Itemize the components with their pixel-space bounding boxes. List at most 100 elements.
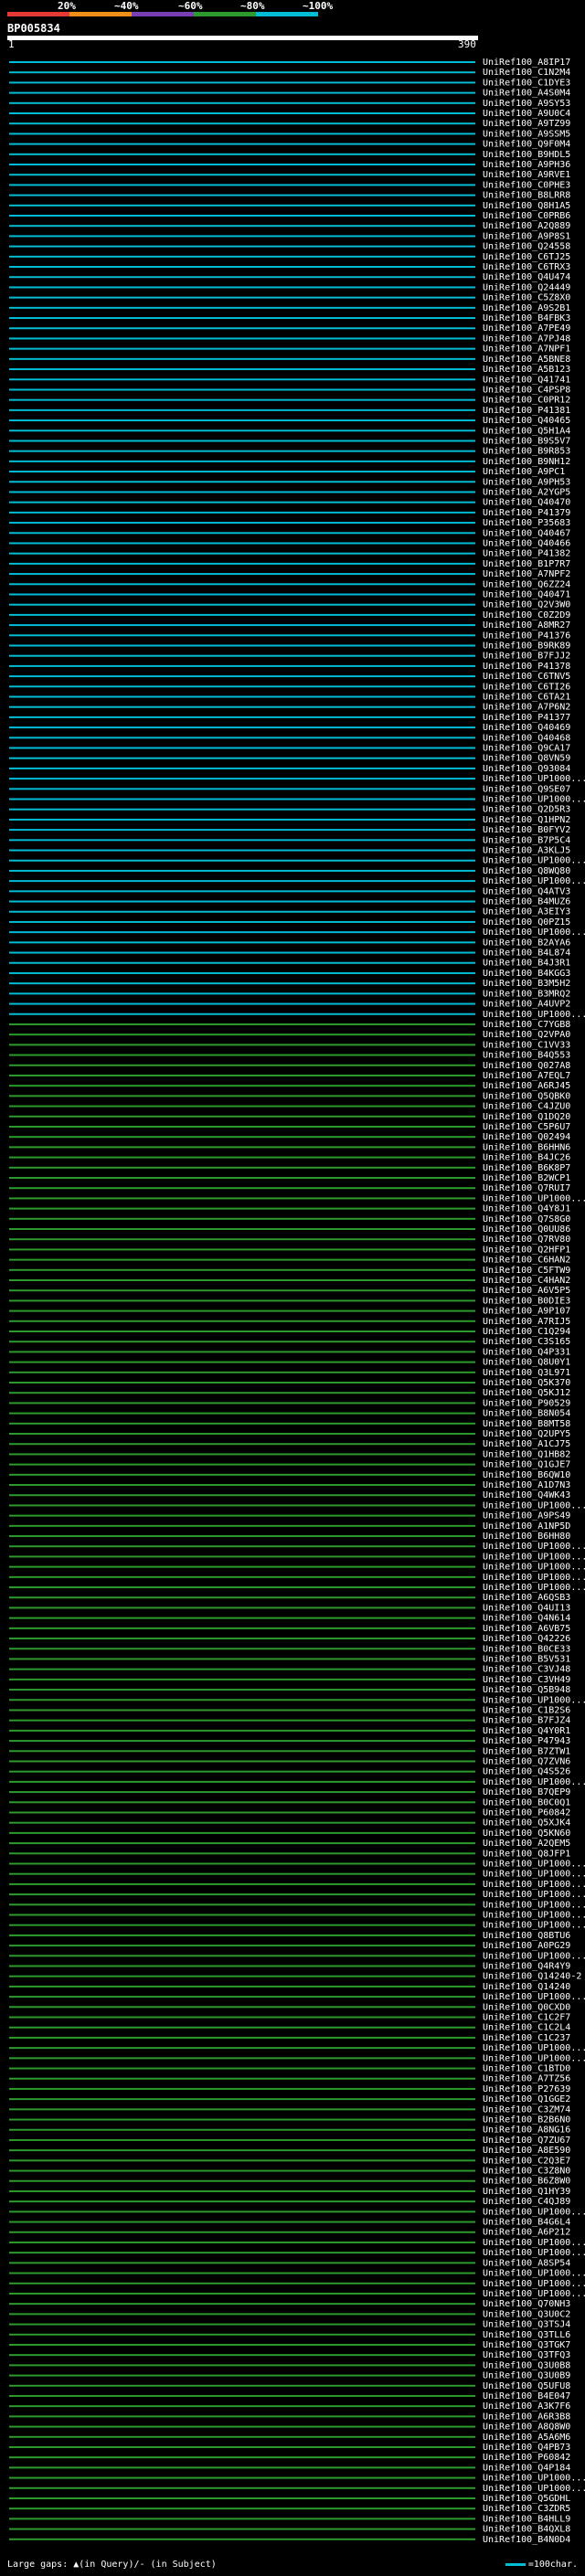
hit-bar[interactable] <box>9 2087 475 2090</box>
hit-bar[interactable] <box>9 1606 475 1609</box>
hit-label[interactable]: UniRef100_B7P5C4 <box>483 835 570 845</box>
hit-label[interactable]: UniRef100_UP1000... <box>483 1992 585 2002</box>
hit-label[interactable]: UniRef100_B0DIE3 <box>483 1296 570 1306</box>
hit-bar[interactable] <box>9 644 475 647</box>
hit-bar[interactable] <box>9 2252 475 2254</box>
hit-label[interactable]: UniRef100_A1CJ75 <box>483 1439 570 1449</box>
hit-bar[interactable] <box>9 2405 475 2408</box>
hit-bar[interactable] <box>9 869 475 872</box>
hit-label[interactable]: UniRef100_UP1000... <box>483 1951 585 1961</box>
hit-bar[interactable] <box>9 2036 475 2039</box>
hit-label[interactable]: UniRef100_P41376 <box>483 631 570 641</box>
hit-label[interactable]: UniRef100_B9NH12 <box>483 457 570 467</box>
hit-label[interactable]: UniRef100_Q027A8 <box>483 1061 570 1071</box>
hit-label[interactable]: UniRef100_C3VJ48 <box>483 1665 570 1675</box>
hit-bar[interactable] <box>9 357 475 360</box>
hit-bar[interactable] <box>9 429 475 432</box>
hit-bar[interactable] <box>9 1699 475 1701</box>
hit-bar[interactable] <box>9 1258 475 1261</box>
hit-label[interactable]: UniRef100_Q4U474 <box>483 272 570 282</box>
hit-bar[interactable] <box>9 388 475 391</box>
hit-bar[interactable] <box>9 368 475 371</box>
hit-label[interactable]: UniRef100_P41377 <box>483 713 570 723</box>
hit-label[interactable]: UniRef100_C3ZM74 <box>483 2104 570 2115</box>
hit-bar[interactable] <box>9 1689 475 1691</box>
hit-label[interactable]: UniRef100_UP1000... <box>483 1573 585 1583</box>
hit-bar[interactable] <box>9 1125 475 1128</box>
hit-bar[interactable] <box>9 1136 475 1139</box>
hit-bar[interactable] <box>9 2169 475 2172</box>
hit-label[interactable]: UniRef100_B2AYA6 <box>483 938 570 948</box>
hit-label[interactable]: UniRef100_B0CE33 <box>483 1644 570 1654</box>
hit-label[interactable]: UniRef100_C5Z8X0 <box>483 293 570 303</box>
hit-label[interactable]: UniRef100_A7NPF1 <box>483 345 570 355</box>
hit-bar[interactable] <box>9 450 475 452</box>
hit-bar[interactable] <box>9 1719 475 1722</box>
hit-label[interactable]: UniRef100_A8NG16 <box>483 2125 570 2136</box>
hit-bar[interactable] <box>9 347 475 350</box>
hit-bar[interactable] <box>9 491 475 493</box>
hit-label[interactable]: UniRef100_C0PR12 <box>483 396 570 406</box>
hit-label[interactable]: UniRef100_A6R3B8 <box>483 2412 570 2422</box>
hit-bar[interactable] <box>9 2026 475 2029</box>
hit-label[interactable]: UniRef100_Q8WQ80 <box>483 866 570 876</box>
hit-bar[interactable] <box>9 2476 475 2479</box>
hit-bar[interactable] <box>9 2179 475 2182</box>
hit-label[interactable]: UniRef100_Q4S526 <box>483 1767 570 1777</box>
hit-label[interactable]: UniRef100_Q40470 <box>483 498 570 508</box>
hit-label[interactable]: UniRef100_UP1000... <box>483 1900 585 1910</box>
hit-label[interactable]: UniRef100_Q1HB82 <box>483 1449 570 1459</box>
hit-label[interactable]: UniRef100_B6HHN6 <box>483 1142 570 1152</box>
hit-bar[interactable] <box>9 1166 475 1169</box>
hit-label[interactable]: UniRef100_A7EQL7 <box>483 1071 570 1081</box>
hit-label[interactable]: UniRef100_Q7RUI7 <box>483 1183 570 1193</box>
hit-bar[interactable] <box>9 2394 475 2397</box>
hit-label[interactable]: UniRef100_C6TJ25 <box>483 252 570 262</box>
hit-label[interactable]: UniRef100_Q2HFP1 <box>483 1245 570 1255</box>
hit-bar[interactable] <box>9 1105 475 1108</box>
hit-bar[interactable] <box>9 839 475 842</box>
hit-label[interactable]: UniRef100_UP1000... <box>483 1890 585 1900</box>
hit-label[interactable]: UniRef100_B2B6N0 <box>483 2115 570 2125</box>
hit-bar[interactable] <box>9 603 475 606</box>
hit-bar[interactable] <box>9 184 475 186</box>
hit-bar[interactable] <box>9 767 475 769</box>
hit-bar[interactable] <box>9 2456 475 2459</box>
hit-label[interactable]: UniRef100_Q40469 <box>483 723 570 733</box>
hit-label[interactable]: UniRef100_Q2UPY5 <box>483 1429 570 1439</box>
hit-label[interactable]: UniRef100_Q5GDHL <box>483 2494 570 2504</box>
hit-bar[interactable] <box>9 1176 475 1179</box>
hit-label[interactable]: UniRef100_C3S165 <box>483 1337 570 1347</box>
hit-label[interactable]: UniRef100_A7TZ56 <box>483 2074 570 2084</box>
hit-label[interactable]: UniRef100_B8LRR8 <box>483 191 570 201</box>
hit-label[interactable]: UniRef100_UP1000... <box>483 2289 585 2299</box>
hit-bar[interactable] <box>9 1555 475 1558</box>
hit-label[interactable]: UniRef100_C4JZU0 <box>483 1102 570 1112</box>
hit-label[interactable]: UniRef100_P90529 <box>483 1398 570 1408</box>
hit-label[interactable]: UniRef100_A7PE49 <box>483 323 570 334</box>
hit-bar[interactable] <box>9 204 475 207</box>
hit-bar[interactable] <box>9 890 475 893</box>
hit-label[interactable]: UniRef100_B4Q553 <box>483 1051 570 1061</box>
hit-label[interactable]: UniRef100_A8IP17 <box>483 58 570 68</box>
hit-bar[interactable] <box>9 1658 475 1660</box>
hit-bar[interactable] <box>9 1975 475 1977</box>
hit-label[interactable]: UniRef100_C5FTW9 <box>483 1266 570 1276</box>
hit-bar[interactable] <box>9 808 475 811</box>
hit-label[interactable]: UniRef100_A6QSB3 <box>483 1593 570 1603</box>
hit-label[interactable]: UniRef100_UP1000... <box>483 1542 585 1552</box>
hit-label[interactable]: UniRef100_Q2V3W0 <box>483 600 570 610</box>
hit-label[interactable]: UniRef100_C6HAN2 <box>483 1256 570 1266</box>
hit-label[interactable]: UniRef100_C2Q3E7 <box>483 2156 570 2166</box>
hit-bar[interactable] <box>9 2149 475 2152</box>
hit-label[interactable]: UniRef100_C1C237 <box>483 2033 570 2043</box>
hit-label[interactable]: UniRef100_Q4ATV3 <box>483 886 570 896</box>
hit-bar[interactable] <box>9 573 475 576</box>
hit-bar[interactable] <box>9 1575 475 1578</box>
hit-label[interactable]: UniRef100_A3KLJ5 <box>483 846 570 856</box>
hit-bar[interactable] <box>9 194 475 196</box>
hit-label[interactable]: UniRef100_Q40466 <box>483 538 570 548</box>
hit-label[interactable]: UniRef100_C6TI26 <box>483 682 570 692</box>
hit-label[interactable]: UniRef100_A9PS49 <box>483 1511 570 1521</box>
hit-label[interactable]: UniRef100_Q5H1A4 <box>483 426 570 436</box>
